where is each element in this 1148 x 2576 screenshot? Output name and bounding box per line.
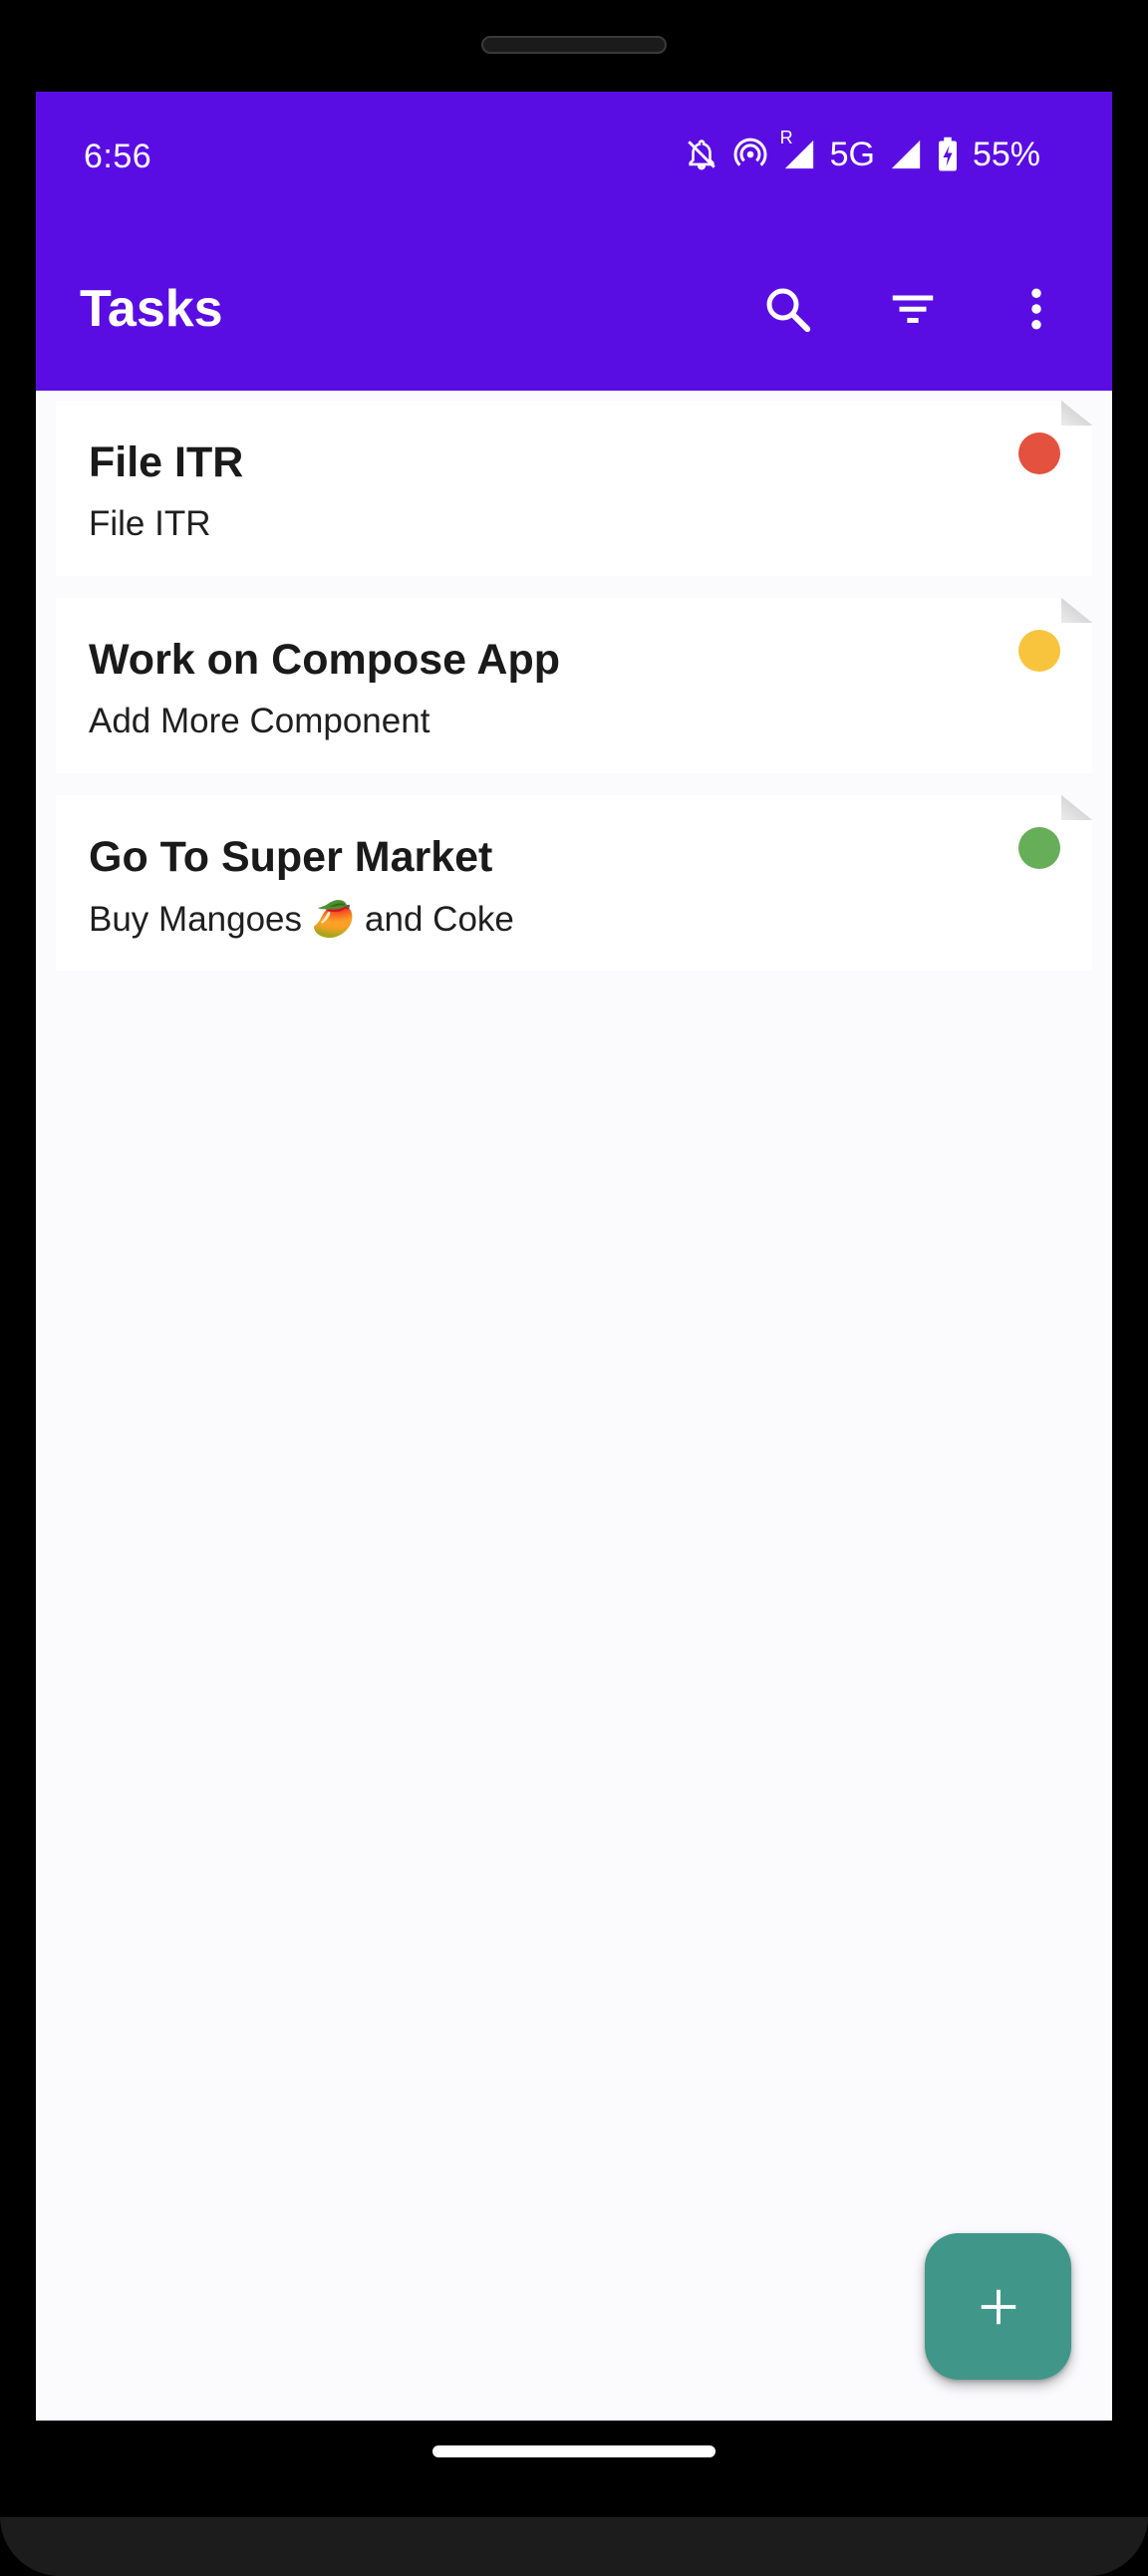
battery-percent: 55%: [972, 135, 1040, 173]
earpiece-speaker: [481, 36, 667, 54]
app-bar: Tasks: [36, 227, 1112, 391]
priority-indicator: [1018, 432, 1060, 474]
status-time: 6:56: [84, 138, 152, 175]
task-card[interactable]: Go To Super Market Buy Mangoes 🥭 and Cok…: [56, 795, 1092, 971]
card-corner-fold: [1061, 795, 1092, 820]
more-options-button[interactable]: [997, 269, 1076, 349]
task-title: Go To Super Market: [89, 833, 493, 881]
signal-icon: [889, 138, 923, 171]
task-description: Buy Mangoes 🥭 and Coke: [89, 900, 514, 939]
status-bar: 6:56 R 5G 55%: [36, 92, 1112, 227]
roaming-indicator: R: [779, 128, 793, 147]
task-description: File ITR: [89, 504, 211, 543]
task-title: File ITR: [89, 438, 244, 486]
page-title: Tasks: [80, 280, 223, 338]
bell-off-icon: [685, 137, 718, 172]
add-icon: [981, 2289, 1015, 2324]
filter-icon: [892, 295, 934, 323]
priority-indicator: [1018, 827, 1060, 869]
filter-button[interactable]: [873, 269, 953, 349]
task-title: Work on Compose App: [89, 636, 560, 684]
home-indicator[interactable]: [432, 2445, 716, 2457]
add-task-button[interactable]: [925, 2233, 1071, 2380]
signal-icon: R: [780, 128, 816, 171]
task-card[interactable]: Work on Compose App Add More Component: [56, 598, 1092, 773]
hotspot-icon: [732, 137, 768, 172]
network-type: 5G: [829, 135, 875, 173]
more-vert-icon: [1031, 288, 1041, 330]
device-chin: [0, 2517, 1148, 2576]
task-description: Add More Component: [89, 702, 430, 740]
search-button[interactable]: [747, 269, 827, 349]
status-icons: R 5G 55%: [685, 128, 1040, 177]
battery-charging-icon: [937, 137, 959, 172]
task-card[interactable]: File ITR File ITR: [56, 401, 1092, 576]
priority-indicator: [1018, 630, 1060, 672]
search-icon: [766, 288, 811, 333]
card-corner-fold: [1061, 598, 1092, 623]
device-frame: 6:56 R 5G 55% Tasks File ITR File ITR Wo…: [0, 0, 1148, 2576]
card-corner-fold: [1061, 401, 1092, 426]
app-screen: 6:56 R 5G 55% Tasks File ITR File ITR Wo…: [36, 92, 1112, 2421]
task-list: File ITR File ITR Work on Compose App Ad…: [56, 401, 1092, 993]
